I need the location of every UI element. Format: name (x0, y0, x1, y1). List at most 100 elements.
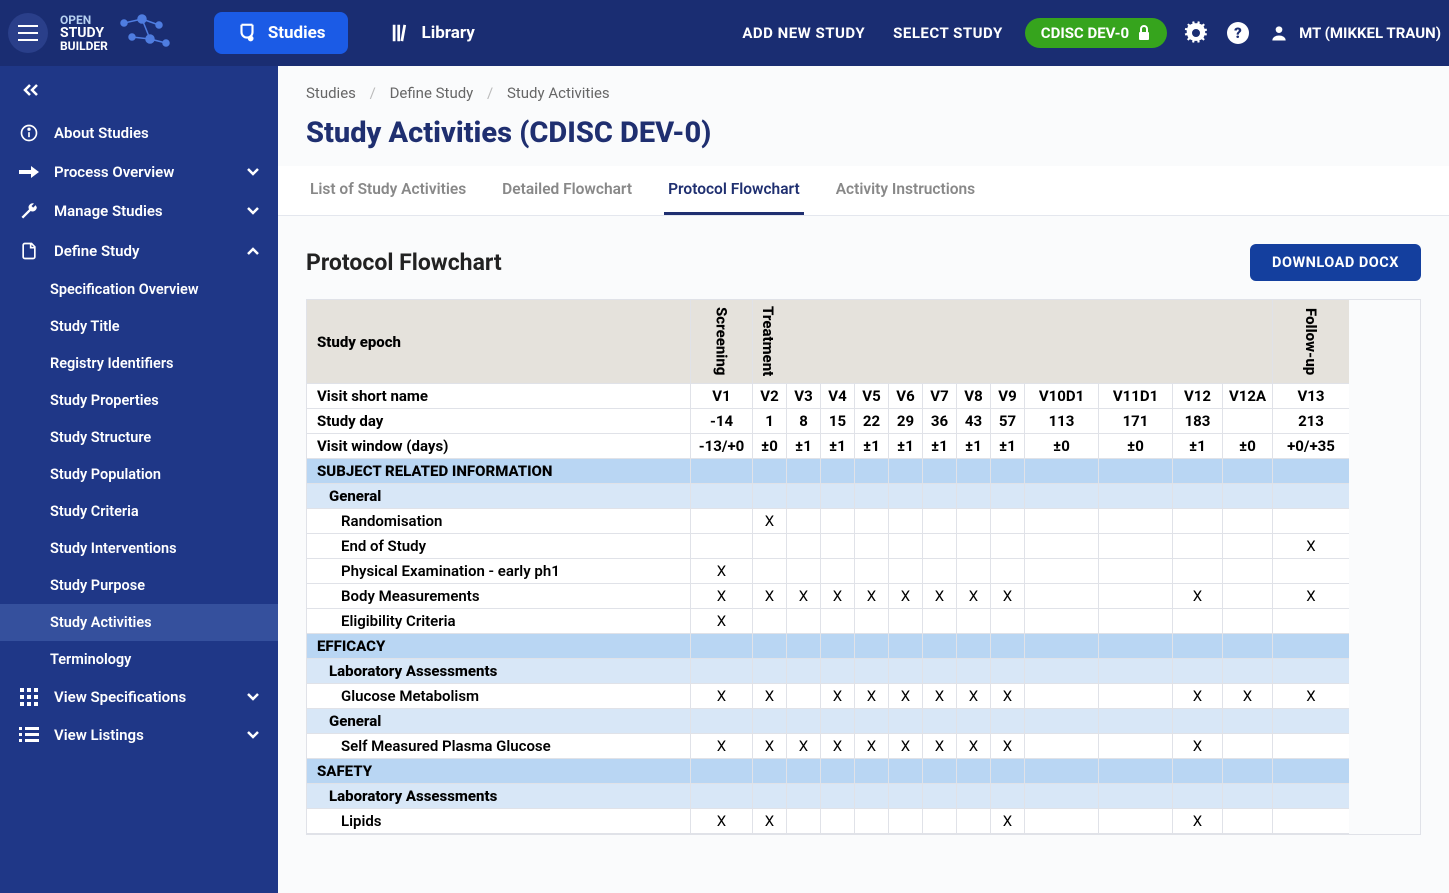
sidebar-item-viewspec[interactable]: View Specifications (0, 678, 278, 716)
sidebar-item-manage[interactable]: Manage Studies (0, 191, 278, 231)
sidebar-item-about[interactable]: About Studies (0, 113, 278, 153)
sidebar-subitem[interactable]: Terminology (0, 641, 278, 678)
table-cell (787, 784, 821, 809)
row-label: Randomisation (307, 509, 691, 534)
table-cell: X (821, 584, 855, 609)
row-label: General (307, 709, 691, 734)
table-cell (787, 509, 821, 534)
table-cell: X (889, 584, 923, 609)
breadcrumb-link[interactable]: Define Study (390, 84, 474, 102)
table-cell (1223, 534, 1273, 559)
download-docx-button[interactable]: DOWNLOAD DOCX (1250, 244, 1421, 281)
table-cell: X (1173, 809, 1223, 834)
sidebar-item-label: Manage Studies (54, 202, 163, 220)
table-header-cell: ±1 (889, 434, 923, 459)
table-header-cell: ±1 (855, 434, 889, 459)
table-cell (1099, 709, 1173, 734)
table-cell: X (753, 684, 787, 709)
table-cell (889, 484, 923, 509)
table-cell (1025, 759, 1099, 784)
breadcrumb-link[interactable]: Studies (306, 84, 356, 102)
sidebar-subitem[interactable]: Study Criteria (0, 493, 278, 530)
table-header-cell: 183 (1173, 409, 1223, 434)
studies-icon (236, 22, 258, 44)
table-cell: X (787, 734, 821, 759)
sidebar-item-viewlist[interactable]: View Listings (0, 716, 278, 754)
table-cell (1099, 809, 1173, 834)
table-cell (1223, 734, 1273, 759)
table-header-cell: V3 (787, 384, 821, 409)
table-cell (957, 759, 991, 784)
study-badge-label: CDISC DEV-0 (1041, 24, 1129, 42)
table-cell (1273, 709, 1349, 734)
table-header-cell: 1 (753, 409, 787, 434)
sidebar-subitem[interactable]: Specification Overview (0, 271, 278, 308)
tab-protocol-flowchart[interactable]: Protocol Flowchart (664, 166, 804, 215)
table-cell (1025, 609, 1099, 634)
row-label: Self Measured Plasma Glucose (307, 734, 691, 759)
table-cell: X (855, 734, 889, 759)
table-cell (923, 784, 957, 809)
table-cell: X (691, 559, 753, 584)
sidebar-subitem[interactable]: Study Title (0, 308, 278, 345)
table-cell (691, 634, 753, 659)
table-cell (1223, 509, 1273, 534)
help-button[interactable]: ? (1219, 14, 1257, 52)
hamburger-icon (18, 25, 38, 41)
sidebar-subitem[interactable]: Study Properties (0, 382, 278, 419)
table-cell (957, 784, 991, 809)
epoch-followup: Follow-up (1273, 300, 1349, 384)
app-logo[interactable]: OPEN STUDY BUILDER (60, 13, 174, 53)
tab-activity-instructions[interactable]: Activity Instructions (832, 166, 979, 215)
table-cell (991, 484, 1025, 509)
nav-studies[interactable]: Studies (214, 12, 348, 54)
sidebar-subitem[interactable]: Study Interventions (0, 530, 278, 567)
breadcrumbs: Studies / Define Study / Study Activitie… (278, 84, 1449, 102)
sidebar-subitem[interactable]: Study Purpose (0, 567, 278, 604)
table-cell (1025, 559, 1099, 584)
sidebar-item-define[interactable]: Define Study (0, 231, 278, 271)
table-cell (855, 459, 889, 484)
table-cell (855, 509, 889, 534)
menu-button[interactable] (8, 13, 48, 53)
table-cell (1099, 759, 1173, 784)
user-menu[interactable]: MT (MIKKEL TRAUN) (1269, 23, 1441, 43)
nav-library[interactable]: Library (368, 12, 497, 54)
table-cell: X (821, 684, 855, 709)
sidebar-subitem[interactable]: Study Structure (0, 419, 278, 456)
chevron-up-icon (246, 246, 260, 256)
table-cell (1273, 559, 1349, 584)
table-cell (957, 809, 991, 834)
table-header-cell (1223, 409, 1273, 434)
table-cell (923, 459, 957, 484)
table-cell (1223, 759, 1273, 784)
table-cell (923, 559, 957, 584)
table-cell (855, 759, 889, 784)
sidebar-subitem[interactable]: Study Population (0, 456, 278, 493)
table-cell (1025, 684, 1099, 709)
sidebar-subitem[interactable]: Registry Identifiers (0, 345, 278, 382)
table-header-cell: +0/+35 (1273, 434, 1349, 459)
table-cell (1223, 659, 1273, 684)
sidebar-item-process[interactable]: Process Overview (0, 153, 278, 191)
sidebar-collapse-button[interactable] (0, 76, 278, 113)
table-cell (753, 484, 787, 509)
tab-detailed-flowchart[interactable]: Detailed Flowchart (498, 166, 636, 215)
table-cell (1025, 784, 1099, 809)
settings-button[interactable] (1177, 14, 1215, 52)
table-cell (1099, 559, 1173, 584)
sidebar-subitem[interactable]: Study Activities (0, 604, 278, 641)
study-badge[interactable]: CDISC DEV-0 (1025, 18, 1167, 48)
table-cell: X (889, 734, 923, 759)
table-header-cell: V5 (855, 384, 889, 409)
tab-list-activities[interactable]: List of Study Activities (306, 166, 470, 215)
table-cell (1273, 459, 1349, 484)
table-cell (1099, 509, 1173, 534)
table-cell (787, 484, 821, 509)
table-header-cell: V10D1 (1025, 384, 1099, 409)
sidebar: About Studies Process Overview Manage St… (0, 66, 278, 893)
table-cell (1223, 634, 1273, 659)
table-cell (753, 784, 787, 809)
add-new-study-link[interactable]: ADD NEW STUDY (742, 24, 865, 42)
select-study-link[interactable]: SELECT STUDY (893, 24, 1003, 42)
